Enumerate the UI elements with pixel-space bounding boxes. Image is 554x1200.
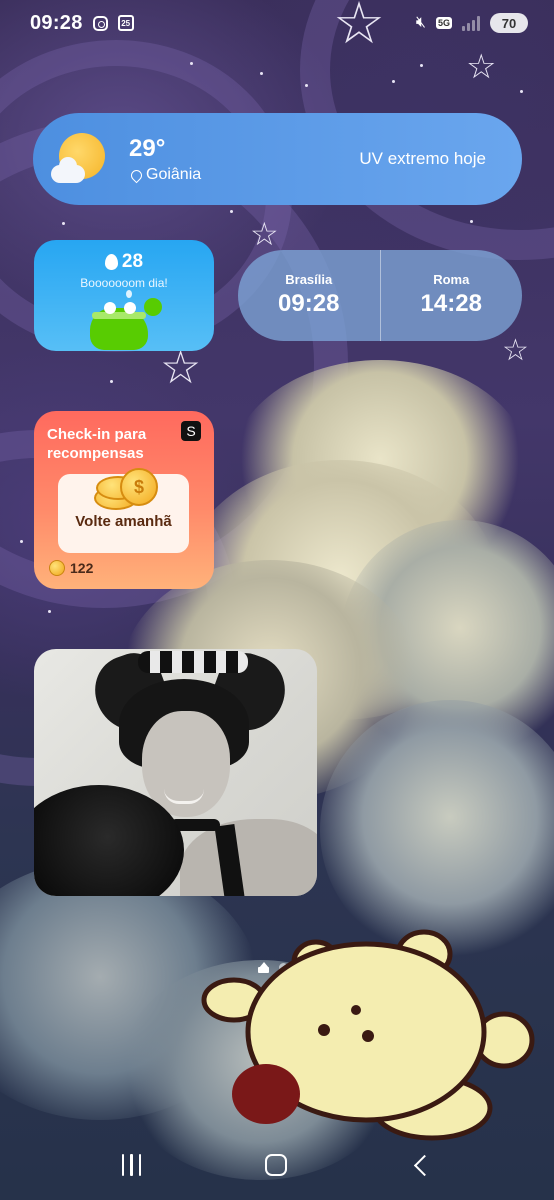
duolingo-widget[interactable]: 28 Booooooom dia! bbox=[34, 240, 214, 351]
location-pin-icon bbox=[128, 167, 145, 183]
star-dot bbox=[190, 62, 193, 65]
star-dot bbox=[260, 72, 263, 75]
star-dot bbox=[520, 90, 523, 93]
bear-eye bbox=[362, 1030, 374, 1042]
bear-scarf bbox=[232, 1064, 300, 1124]
clock-city-time: 14:28 bbox=[420, 290, 482, 317]
coin-symbol: $ bbox=[120, 468, 158, 506]
instagram-icon bbox=[92, 15, 108, 31]
back-icon[interactable] bbox=[413, 1154, 436, 1176]
mute-icon: 🔇︎ bbox=[415, 14, 426, 31]
star-dot bbox=[230, 210, 233, 213]
star-dot bbox=[305, 84, 308, 87]
duolingo-streak: 28 bbox=[34, 251, 214, 273]
shopee-logo-icon: S bbox=[181, 421, 201, 441]
cloud-icon bbox=[51, 157, 85, 183]
photo-widget[interactable] bbox=[34, 649, 317, 896]
checkin-rewards-widget[interactable]: Check-in para recompensas S $ Volte aman… bbox=[34, 411, 214, 589]
weather-location: Goiânia bbox=[128, 166, 202, 184]
star-icon: ☆ bbox=[466, 47, 497, 87]
checkin-points: 122 bbox=[49, 560, 93, 576]
battery-level: 70 bbox=[501, 15, 517, 31]
coin-icon bbox=[49, 560, 65, 576]
checkin-card[interactable]: $ Volte amanhã bbox=[58, 468, 189, 553]
streak-count: 28 bbox=[121, 251, 144, 272]
clock-city-brasilia: Brasília 09:28 bbox=[238, 250, 380, 341]
navigation-bar bbox=[0, 1130, 554, 1200]
world-clock-widget[interactable]: Brasília 09:28 Roma 14:28 bbox=[238, 250, 522, 341]
star-dot bbox=[470, 220, 473, 223]
status-bar: 09:28 25 🔇︎ 5G 70 bbox=[0, 0, 554, 46]
weather-alert: UV extremo hoje bbox=[359, 149, 486, 168]
bear-eye bbox=[318, 1024, 330, 1036]
clock-city-roma: Roma 14:28 bbox=[381, 250, 523, 341]
clock-city-name: Roma bbox=[433, 272, 470, 287]
points-value: 122 bbox=[70, 560, 94, 576]
5g-icon: 5G bbox=[435, 17, 452, 29]
star-icon: ☆ bbox=[250, 215, 279, 253]
star-dot bbox=[110, 380, 113, 383]
weather-city: Goiânia bbox=[146, 166, 202, 183]
checkin-cta: Volte amanhã bbox=[75, 513, 172, 530]
duolingo-owl-icon bbox=[82, 290, 162, 350]
calendar-icon: 25 bbox=[117, 15, 134, 31]
bear-sticker bbox=[201, 929, 535, 1141]
home-icon[interactable] bbox=[265, 1154, 288, 1176]
bear-nose bbox=[351, 1005, 361, 1015]
star-dot bbox=[420, 64, 423, 67]
checkin-title: Check-in para recompensas bbox=[47, 426, 147, 462]
flame-icon bbox=[104, 254, 118, 270]
battery-icon: 70 bbox=[490, 13, 528, 33]
star-dot bbox=[62, 222, 65, 225]
signal-icon bbox=[462, 15, 480, 31]
duolingo-message: Booooooom dia! bbox=[80, 276, 168, 290]
photo-shape bbox=[138, 651, 248, 673]
recents-icon[interactable] bbox=[121, 1154, 142, 1176]
coins-icon: $ bbox=[94, 468, 160, 510]
weather-temperature: 29° bbox=[129, 135, 166, 162]
clock-city-name: Brasília bbox=[285, 272, 333, 287]
star-dot bbox=[48, 610, 51, 613]
clock-city-time: 09:28 bbox=[278, 290, 340, 317]
star-dot bbox=[392, 80, 395, 83]
weather-widget[interactable]: 29° Goiânia UV extremo hoje bbox=[33, 113, 522, 205]
status-time: 09:28 bbox=[30, 11, 83, 34]
star-dot bbox=[20, 540, 23, 543]
